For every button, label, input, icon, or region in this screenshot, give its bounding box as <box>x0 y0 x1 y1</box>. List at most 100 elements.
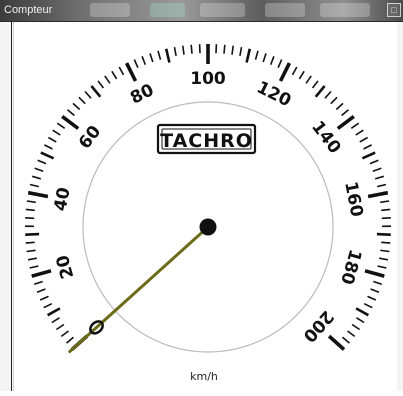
scale-tick <box>278 60 282 68</box>
scale-tick <box>329 336 344 349</box>
scale-tick <box>37 289 45 292</box>
speed-needle <box>70 227 208 352</box>
scale-tick <box>112 71 117 79</box>
brand-logo: TACHRO <box>158 125 255 153</box>
scale-tick <box>142 56 145 64</box>
scale-label: 100 <box>190 69 226 89</box>
scale-tick <box>331 97 337 103</box>
scale-tick <box>48 138 56 142</box>
scale-tick <box>68 110 75 116</box>
scale-tick <box>313 81 318 88</box>
scale-tick <box>105 76 110 83</box>
unit-label: km/h <box>190 370 218 383</box>
scale-tick <box>119 67 123 75</box>
scale-tick <box>35 168 44 171</box>
scale-tick <box>150 53 153 62</box>
scale-label: 60 <box>75 122 105 153</box>
scale-tick <box>271 56 274 64</box>
scale-tick <box>73 103 80 109</box>
scale-tick <box>48 308 60 315</box>
scale-tick <box>32 271 51 276</box>
brand-text: TACHRO <box>160 130 253 152</box>
scale-tick <box>357 318 365 323</box>
scale-tick <box>85 92 91 99</box>
scale-tick <box>293 67 297 75</box>
scale-tick <box>53 130 61 135</box>
scale-tick <box>377 234 391 235</box>
scale-tick <box>191 45 192 54</box>
scale-tick <box>232 46 233 55</box>
scale-tick <box>166 49 169 63</box>
needle-hub <box>200 219 217 236</box>
scale-tick <box>381 209 390 210</box>
scale-tick <box>377 185 386 187</box>
scale-tick <box>370 160 378 163</box>
scale-tick <box>158 51 161 60</box>
scale-tick <box>91 86 100 97</box>
scale-tick <box>67 337 74 343</box>
scale-tick <box>32 176 41 179</box>
scale-tick <box>28 258 37 260</box>
scale-tick <box>40 296 48 300</box>
scale-tick <box>364 304 372 308</box>
scale-tick <box>336 103 343 109</box>
scale-tick <box>98 81 103 88</box>
scale-tick <box>240 47 242 56</box>
scale-tick <box>30 266 39 268</box>
scale-tick <box>365 271 384 276</box>
scale-tick <box>364 145 372 149</box>
scale-tick <box>368 193 388 197</box>
scale-tick <box>34 282 43 285</box>
scale-ticks <box>25 44 391 350</box>
scale-tick <box>263 53 266 62</box>
scale-tick <box>27 250 36 251</box>
scale-tick <box>352 325 360 330</box>
speedometer-dial: 20406080100120140160180200 TACHRO km/h <box>0 0 403 391</box>
scale-tick <box>381 242 390 243</box>
scale-label: 120 <box>253 78 294 112</box>
scale-tick <box>356 308 368 315</box>
scale-tick <box>306 76 311 83</box>
scale-tick <box>356 130 364 135</box>
scale-tick <box>378 266 387 268</box>
scale-tick <box>25 234 39 235</box>
scale-tick <box>79 97 85 103</box>
scale-label: 140 <box>307 117 344 157</box>
scale-tick <box>44 145 52 149</box>
scale-tick <box>373 168 382 171</box>
scale-tick <box>247 49 250 63</box>
scale-tick <box>351 123 358 128</box>
scale-tick <box>52 318 60 323</box>
scale-label: 40 <box>51 186 75 213</box>
scale-tick <box>348 331 355 336</box>
scale-tick <box>360 138 368 142</box>
scale-tick <box>299 71 304 79</box>
scale-tick <box>342 110 349 116</box>
scale-tick <box>373 282 382 285</box>
scale-labels: 20406080100120140160180200 <box>51 69 367 346</box>
scale-tick <box>134 60 138 68</box>
scale-label: 80 <box>127 80 157 109</box>
scale-tick <box>62 116 78 128</box>
scale-tick <box>27 201 36 202</box>
scale-tick <box>316 86 325 97</box>
scale-tick <box>61 331 68 336</box>
scale-tick <box>26 209 35 210</box>
scale-tick <box>57 123 64 128</box>
scale-label: 20 <box>53 253 79 281</box>
scale-tick <box>362 153 375 159</box>
scale-tick <box>382 218 391 219</box>
scale-tick <box>343 337 350 343</box>
scale-tick <box>281 63 290 81</box>
scale-tick <box>56 325 64 330</box>
scale-tick <box>41 153 54 159</box>
scale-tick <box>25 218 34 219</box>
scale-label: 160 <box>340 180 366 219</box>
scale-tick <box>44 304 52 308</box>
scale-tick <box>380 250 389 251</box>
speedometer: 20406080100120140160180200 TACHRO km/h <box>0 0 403 391</box>
scale-tick <box>256 51 259 60</box>
scale-tick <box>380 201 389 202</box>
scale-tick <box>368 296 376 300</box>
scale-tick <box>375 176 384 179</box>
